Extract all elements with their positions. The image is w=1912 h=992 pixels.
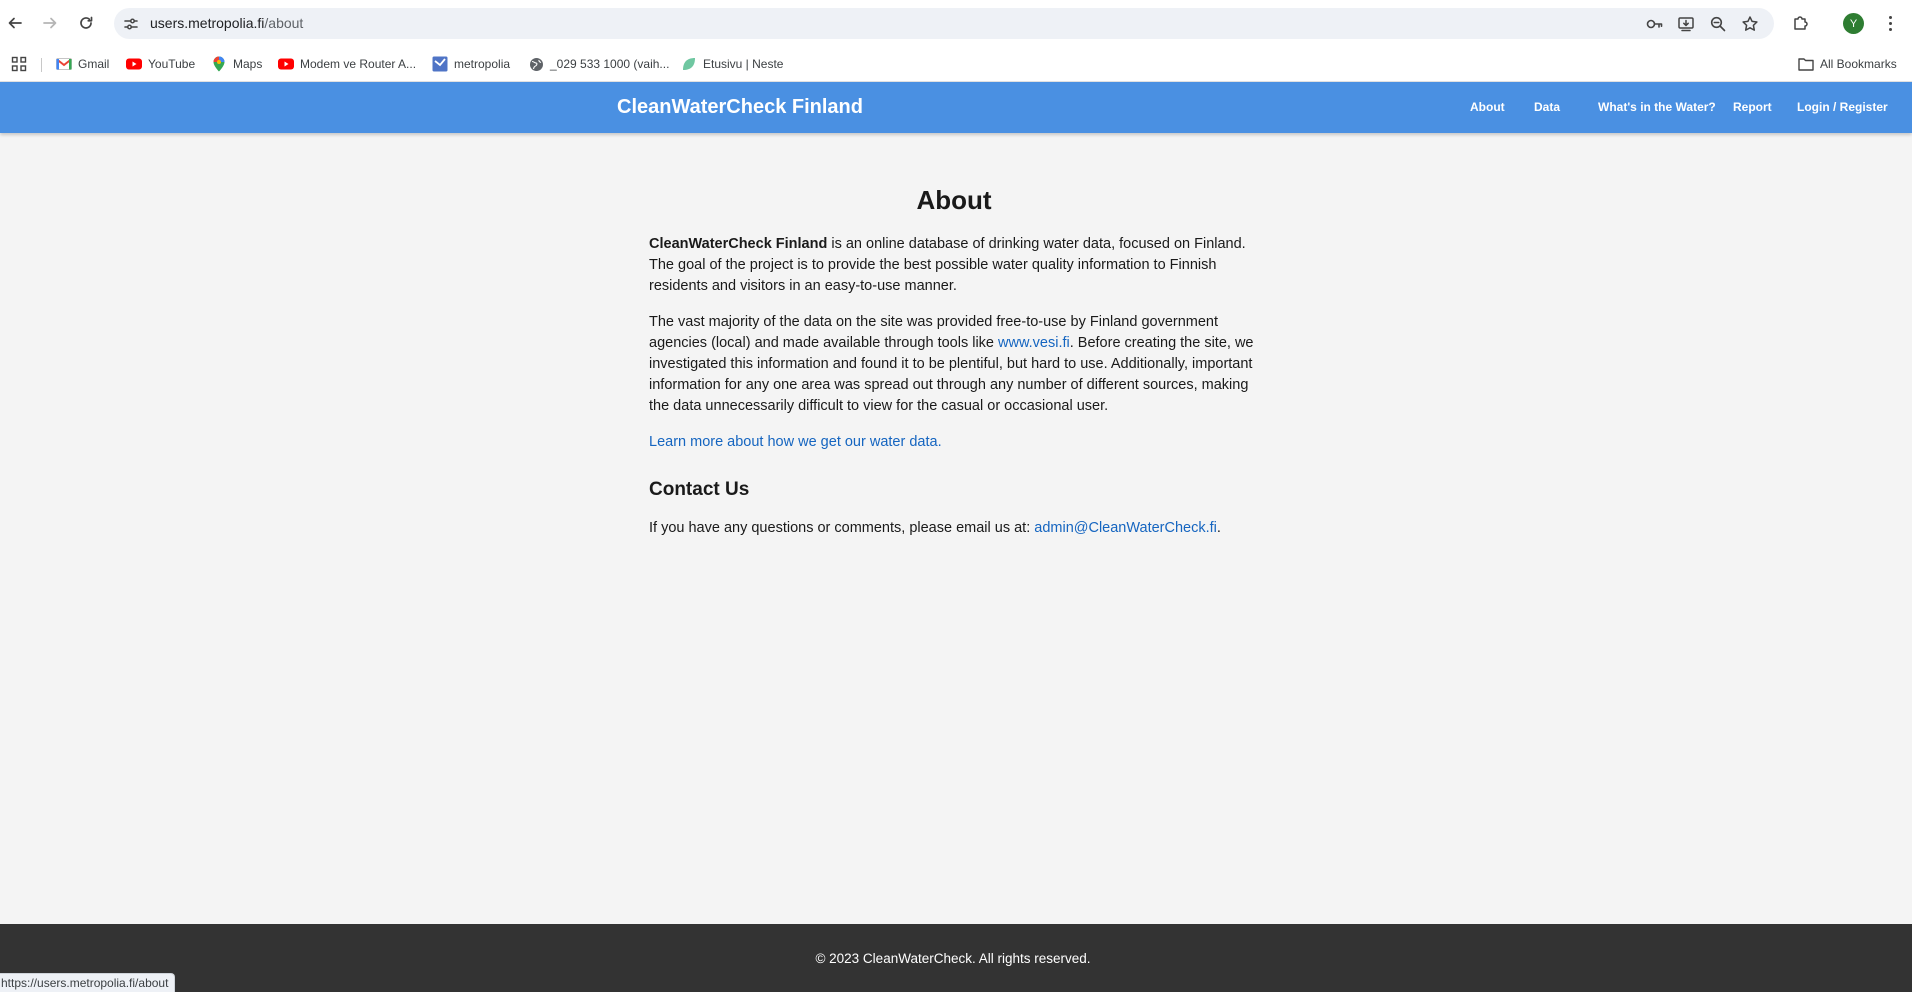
- avatar-letter: Y: [1849, 17, 1858, 30]
- forward-icon[interactable]: [38, 11, 62, 35]
- youtube-icon: [278, 56, 294, 72]
- site-header: CleanWaterCheck Finland About Data What'…: [0, 82, 1912, 133]
- about-paragraph-2: The vast majority of the data on the sit…: [649, 312, 1259, 418]
- bookmark-phone[interactable]: _029 533 1000 (vaih...: [528, 54, 669, 74]
- bookmark-neste[interactable]: Etusivu | Neste: [681, 54, 783, 74]
- vesi-link[interactable]: www.vesi.fi: [998, 335, 1070, 351]
- nav-data[interactable]: Data: [1534, 100, 1560, 114]
- bookmarks-bar: Gmail YouTube Maps Modem ve Router A... …: [0, 46, 1912, 82]
- install-app-icon[interactable]: [1677, 15, 1695, 33]
- bookmarks-divider: [41, 58, 42, 72]
- footer-copyright: © 2023 CleanWaterCheck. All rights reser…: [815, 951, 1091, 966]
- bookmark-modem[interactable]: Modem ve Router A...: [278, 54, 416, 74]
- nav-report[interactable]: Report: [1733, 100, 1772, 114]
- site-settings-icon[interactable]: [123, 16, 139, 32]
- globe-icon: [528, 56, 544, 72]
- bookmark-label: YouTube: [148, 57, 196, 71]
- contact-paragraph: If you have any questions or comments, p…: [649, 518, 1259, 539]
- nav-about[interactable]: About: [1470, 100, 1505, 114]
- bookmark-maps[interactable]: Maps: [211, 54, 262, 74]
- bookmark-label: metropolia: [454, 57, 511, 71]
- status-bubble: https://users.metropolia.fi/about: [0, 973, 176, 992]
- contact-end: .: [1216, 519, 1221, 536]
- site-footer: © 2023 CleanWaterCheck. All rights reser…: [0, 924, 1912, 992]
- bookmark-label: _029 533 1000 (vaih...: [550, 57, 670, 71]
- about-content: About CleanWaterCheck Finland is an onli…: [649, 180, 1259, 553]
- nav-whats-in-the-water[interactable]: What's in the Water?: [1598, 100, 1716, 114]
- bookmark-youtube[interactable]: YouTube: [126, 54, 195, 74]
- bookmark-label: Modem ve Router A...: [300, 57, 417, 71]
- browser-toolbar: users.metropolia.fi/about Y: [0, 0, 1912, 46]
- profile-avatar[interactable]: Y: [1843, 13, 1864, 34]
- bookmark-label: Etusivu | Neste: [703, 57, 784, 71]
- all-bookmarks-label: All Bookmarks: [1820, 57, 1897, 71]
- bookmark-label: Gmail: [78, 57, 110, 71]
- back-icon[interactable]: [3, 11, 27, 35]
- bookmark-label: Maps: [233, 57, 263, 71]
- maps-icon: [211, 56, 227, 72]
- address-bar[interactable]: users.metropolia.fi/about: [114, 8, 1774, 39]
- apps-grid-icon[interactable]: [11, 54, 27, 74]
- youtube-icon: [126, 56, 142, 72]
- page-title: About: [916, 185, 992, 215]
- folder-icon: [1798, 56, 1814, 72]
- bookmark-metropolia[interactable]: metropolia: [432, 54, 510, 74]
- bookmark-star-icon[interactable]: [1741, 15, 1759, 33]
- gmail-icon: [56, 56, 72, 72]
- learn-more-paragraph: Learn more about how we get our water da…: [649, 432, 1259, 453]
- url-text[interactable]: users.metropolia.fi/about: [150, 15, 303, 31]
- learn-more-link[interactable]: Learn more about how we get our water da…: [649, 434, 942, 450]
- zoom-icon[interactable]: [1709, 15, 1727, 33]
- contact-heading: Contact Us: [649, 478, 750, 500]
- all-bookmarks[interactable]: All Bookmarks: [1798, 54, 1897, 74]
- menu-icon[interactable]: [1880, 13, 1900, 33]
- reload-icon[interactable]: [74, 11, 98, 35]
- url-host: users.metropolia.fi: [150, 15, 265, 31]
- password-key-icon[interactable]: [1645, 15, 1663, 33]
- neste-icon: [681, 56, 697, 72]
- site-brand[interactable]: CleanWaterCheck Finland: [617, 96, 863, 119]
- about-paragraph-1: CleanWaterCheck Finland is an online dat…: [649, 234, 1259, 298]
- about-brand-strong: CleanWaterCheck Finland: [649, 236, 828, 252]
- metropolia-icon: [432, 56, 448, 72]
- bookmark-gmail[interactable]: Gmail: [56, 54, 109, 74]
- url-path: /about: [264, 15, 304, 31]
- contact-text: If you have any questions or comments, p…: [649, 519, 1035, 536]
- nav-login-register[interactable]: Login / Register: [1797, 100, 1888, 114]
- extensions-icon[interactable]: [1791, 13, 1811, 33]
- contact-email-link[interactable]: admin@CleanWaterCheck.fi: [1034, 520, 1217, 536]
